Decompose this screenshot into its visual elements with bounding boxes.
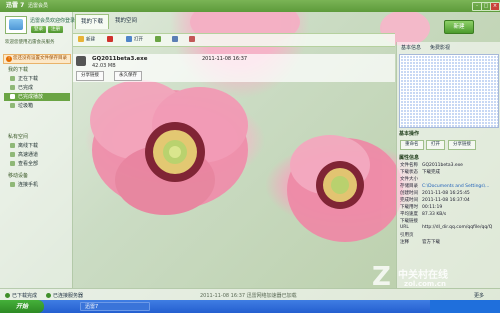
grid-icon	[172, 36, 178, 42]
sidebar-item-fast-channel[interactable]: 高速通道	[10, 151, 70, 159]
user-icon	[9, 19, 23, 30]
attr-row: 下载用时 00:11:19	[400, 205, 443, 210]
play-icon	[10, 94, 15, 99]
warning-icon: !	[6, 56, 12, 62]
attr-row: 下载状态 下载完成	[400, 170, 440, 175]
folder-icon	[78, 36, 84, 42]
sidebar-item-downloading[interactable]: 正在下载	[10, 75, 70, 83]
attr-row: 平均速度 87.33 KB/s	[400, 212, 447, 217]
lightning-icon	[10, 152, 15, 157]
delete-button[interactable]	[107, 36, 115, 43]
avatar[interactable]	[5, 16, 27, 34]
phone-icon	[10, 182, 15, 187]
attr-row: 文件名称 GQ2011beta3.exe	[400, 163, 463, 168]
grid-view-button[interactable]	[172, 36, 180, 43]
server-icon	[46, 293, 51, 298]
exe-file-icon	[76, 56, 86, 66]
app-title: 迅雷 7	[6, 2, 25, 9]
sidebar-item-trash[interactable]: 垃圾箱	[10, 102, 70, 110]
image-button[interactable]	[189, 36, 197, 43]
attr-row: 完成时间 2011-11-08 16:37:04	[400, 198, 470, 203]
system-tray[interactable]	[430, 300, 500, 313]
watermark-domain: zol.com.cn	[404, 280, 446, 288]
cloud-icon	[10, 143, 15, 148]
share-button[interactable]: 分享链接	[448, 140, 476, 150]
task-date: 2011-11-08 16:37	[202, 56, 248, 62]
watermark-text: 中关村在线	[398, 270, 448, 281]
attr-row: 创建时间 2011-11-08 16:25:45	[400, 191, 470, 196]
sidebar-item-view-all[interactable]: 查看全部	[10, 160, 70, 168]
sidebar-item-completed[interactable]: 已完成	[10, 84, 70, 92]
tab-basic-info[interactable]: 基本信息	[401, 44, 421, 51]
more-link[interactable]: 更多	[474, 292, 484, 299]
title-bar: 迅雷 7 迅雷会员 - □ ×	[0, 0, 500, 12]
login-button[interactable]: 登录	[31, 26, 46, 33]
taskbar-window-thunder[interactable]: 迅雷7	[80, 302, 150, 311]
login-prompt: 迅雷会员欢迎你登录	[30, 18, 76, 24]
nav-section-private-space[interactable]: 私有空间	[8, 133, 28, 140]
member-info-line[interactable]: 欢迎您使用迅雷会员服务	[5, 39, 55, 45]
open-file-button[interactable]: 打开	[426, 140, 445, 150]
tab-my-downloads[interactable]: 我的下载	[75, 14, 109, 29]
attributes-title: 属性信息	[399, 155, 420, 161]
image-icon	[189, 36, 195, 42]
status-completed[interactable]: 已下载完成	[5, 292, 37, 299]
start-button[interactable]: 开始	[0, 300, 44, 313]
share-link-button[interactable]: 分享链接	[76, 71, 104, 81]
sidebar-item-offline[interactable]: 离线下载	[10, 142, 70, 150]
url-row[interactable]: URL http://dl_dir.qq.com/qqfile/qq/Q	[400, 225, 492, 230]
sidebar-item-completed-play[interactable]: 已完成播放	[4, 93, 70, 101]
zol-logo: Z	[372, 262, 391, 292]
windows-taskbar	[0, 300, 500, 313]
vip-badge[interactable]: 迅雷会员	[28, 2, 48, 10]
attr-row: 下载链接	[400, 219, 418, 224]
status-icon	[5, 293, 10, 298]
new-task-button[interactable]: 新建	[444, 20, 474, 34]
open-button[interactable]: 打开	[126, 36, 143, 43]
tab-free-video[interactable]: 免费影视	[430, 44, 450, 51]
settings-icon	[155, 36, 161, 42]
download-icon	[10, 76, 15, 81]
attr-row: 文件大小	[400, 177, 418, 182]
trash-icon	[10, 103, 15, 108]
warning-text: 您还没有设置文件保存目录	[13, 56, 67, 61]
toolbar	[73, 33, 395, 47]
attr-row: 引用页	[400, 233, 414, 238]
sidebar-item-connect-phone[interactable]: 连接手机	[10, 181, 70, 189]
task-file-size: 42.03 MB	[92, 63, 116, 69]
status-server[interactable]: 已连接服务器	[46, 292, 83, 299]
save-path-row[interactable]: 存储目录 C:\Documents and Settings\...	[400, 183, 489, 189]
settings-button[interactable]	[155, 36, 163, 43]
nav-section-mobile[interactable]: 移动设备	[8, 172, 28, 179]
download-block-map	[399, 54, 499, 128]
rename-button[interactable]: 重命名	[400, 140, 424, 150]
open-icon	[126, 36, 132, 42]
delete-icon	[107, 36, 113, 42]
list-icon	[10, 161, 15, 166]
actions-title: 基本操作	[399, 131, 420, 137]
warning-bar[interactable]: ! 您还没有设置文件保存目录	[3, 54, 71, 64]
status-message: 2011-11-08 16:37 迅雷网络加速器已加载	[200, 293, 297, 299]
check-icon	[10, 85, 15, 90]
attr-row: 注释 官方下载	[400, 240, 440, 245]
nav-section-downloads[interactable]: 我的下载	[8, 66, 28, 73]
close-button[interactable]: ×	[490, 2, 500, 11]
save-permanent-button[interactable]: 永久保存	[114, 71, 142, 81]
tab-my-space[interactable]: 我的空间	[110, 14, 142, 28]
task-file-name: GQ2011beta3.exe	[92, 56, 148, 62]
new-folder-button[interactable]: 新建	[78, 36, 95, 43]
register-button[interactable]: 注册	[48, 26, 63, 33]
